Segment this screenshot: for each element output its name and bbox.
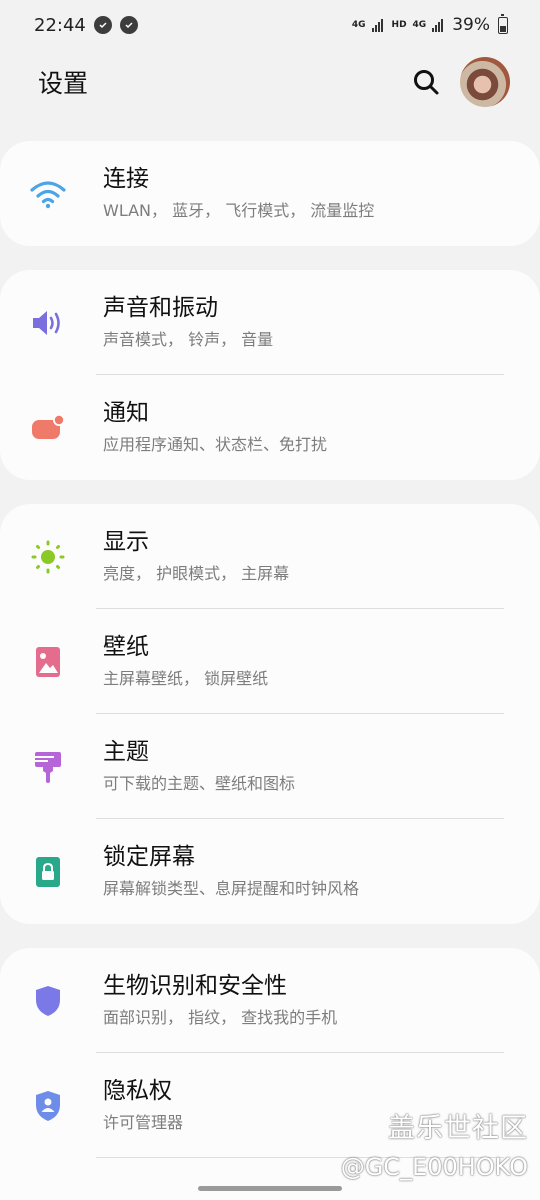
home-indicator[interactable]	[198, 1186, 342, 1191]
network-type-label: 4G	[412, 19, 427, 30]
wifi-icon	[28, 174, 68, 214]
settings-item-subtitle: 可下载的主题、壁纸和图标	[103, 774, 296, 793]
privacy-shield-icon	[28, 1086, 68, 1126]
settings-item-title: 连接	[103, 166, 149, 192]
settings-item-title: 隐私权	[103, 1078, 172, 1104]
settings-group-display: 显示 亮度， 护眼模式， 主屏幕 壁纸 主屏幕壁纸， 锁屏壁纸 主题 可下载的主…	[0, 504, 540, 924]
settings-item-title: 声音和振动	[103, 295, 218, 321]
settings-item-biometrics[interactable]: 生物识别和安全性 面部识别， 指纹， 查找我的手机	[0, 948, 540, 1053]
settings-item-subtitle: 屏幕解锁类型、息屏提醒和时钟风格	[103, 879, 360, 898]
status-bar: 22:44 4G HD 4G 39%	[0, 0, 540, 50]
settings-item-connections[interactable]: 连接 WLAN， 蓝牙， 飞行模式， 流量监控	[0, 141, 540, 246]
header: 设置	[0, 52, 540, 112]
notification-icon	[28, 408, 68, 448]
settings-item-subtitle: 面部识别， 指纹， 查找我的手机	[103, 1008, 338, 1027]
settings-item-title: 通知	[103, 400, 149, 426]
shield-icon	[28, 981, 68, 1021]
settings-item-title: 主题	[103, 739, 149, 765]
network-type-label: 4G	[351, 19, 366, 30]
settings-item-themes[interactable]: 主题 可下载的主题、壁纸和图标	[0, 714, 540, 819]
settings-item-title: 壁纸	[103, 634, 149, 660]
settings-item-display[interactable]: 显示 亮度， 护眼模式， 主屏幕	[0, 504, 540, 609]
settings-group-connections: 连接 WLAN， 蓝牙， 飞行模式， 流量监控	[0, 141, 540, 246]
page-title: 设置	[38, 69, 89, 98]
status-time: 22:44	[34, 14, 86, 36]
watermark-handle: @GC_E00HOKO	[340, 1153, 528, 1181]
settings-item-subtitle: 亮度， 护眼模式， 主屏幕	[103, 564, 290, 583]
battery-icon	[498, 13, 508, 34]
status-right: 4G HD 4G 39%	[351, 13, 508, 35]
settings-item-title: 锁定屏幕	[103, 844, 195, 870]
status-left: 22:44	[34, 15, 138, 36]
battery-percent: 39%	[452, 15, 490, 35]
settings-item-subtitle: WLAN， 蓝牙， 飞行模式， 流量监控	[103, 201, 375, 220]
brush-icon	[28, 747, 68, 787]
settings-item-subtitle: 许可管理器	[103, 1113, 184, 1132]
settings-item-sound[interactable]: 声音和振动 声音模式， 铃声， 音量	[0, 270, 540, 375]
app-notification-icon	[93, 16, 112, 34]
settings-item-subtitle: 应用程序通知、状态栏、免打扰	[103, 435, 328, 454]
speaker-icon	[28, 303, 68, 343]
signal-icon	[371, 19, 383, 32]
signal-icon	[432, 19, 444, 32]
search-button[interactable]	[406, 62, 446, 102]
settings-item-subtitle: 声音模式， 铃声， 音量	[103, 330, 274, 349]
settings-item-subtitle: 主屏幕壁纸， 锁屏壁纸	[103, 669, 269, 688]
watermark: 盖乐世社区 @GC_E00HOKO	[341, 1106, 528, 1181]
settings-item-title: 生物识别和安全性	[103, 973, 287, 999]
hd-label: HD	[391, 19, 407, 30]
wallpaper-icon	[28, 642, 68, 682]
watermark-title: 盖乐世社区	[388, 1113, 528, 1144]
app-notification-icon	[119, 16, 138, 34]
settings-item-notifications[interactable]: 通知 应用程序通知、状态栏、免打扰	[0, 375, 540, 480]
settings-group-sound-notifications: 声音和振动 声音模式， 铃声， 音量 通知 应用程序通知、状态栏、免打扰	[0, 270, 540, 480]
lock-icon	[28, 852, 68, 892]
settings-item-lock-screen[interactable]: 锁定屏幕 屏幕解锁类型、息屏提醒和时钟风格	[0, 819, 540, 924]
settings-item-title: 显示	[103, 529, 149, 555]
settings-item-wallpaper[interactable]: 壁纸 主屏幕壁纸， 锁屏壁纸	[0, 609, 540, 714]
sun-icon	[28, 537, 68, 577]
avatar[interactable]	[460, 57, 510, 107]
search-icon	[414, 70, 439, 95]
